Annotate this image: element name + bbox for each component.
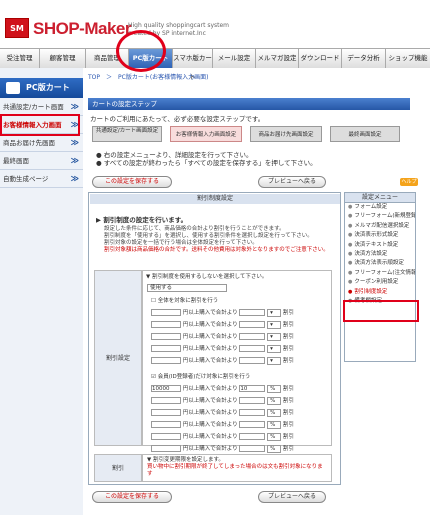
step-4[interactable]: 最終画面設定 [330,126,400,142]
sidebar-item-delivery[interactable]: 商品お届け先画面 ≫ [0,134,83,152]
menu-item-free-form-new[interactable]: フリーフォーム(新規登録) [345,212,415,221]
top-nav: 受注管理 顧客管理 商品管理 PC版カート スマホ版カート メール設定 メルマガ… [0,48,430,81]
nav-analytics[interactable]: データ分析 [342,49,386,68]
menu-item-payment-text[interactable]: 決済テキスト設定 [345,241,415,250]
member-row[interactable]: 10000 円以上購入で合計より 10 % 割引 [151,384,294,393]
menu-item-discount[interactable]: 割引制度設定 [345,288,415,297]
step-1[interactable]: 共通設定/カート画面設定 [92,126,162,142]
note-2: ● すべての設定が終わったら「すべての設定を保存する」を押して下さい。 [96,159,317,167]
all-check-row[interactable]: ☐ 全体を対象に割引を行う [151,296,218,304]
highlight-circle [116,30,166,72]
breadcrumb[interactable]: TOP ＞ PC版カート(お客様情報入力画面) [88,72,209,81]
menu-item-payment-method[interactable]: 決済方法設定 [345,250,415,259]
intro-text: カートのご利用にあたって、必ず必要な設定ステップです。 [90,115,265,123]
menu-item-free-form-order[interactable]: フリーフォーム(注文情報) [345,269,415,278]
discount-setting-label: 割引設定 [94,270,142,446]
save-button-bottom[interactable]: この設定を保存する [92,491,172,503]
preview-button-top[interactable]: プレビューへ戻る [258,176,326,188]
menu-item-coupon[interactable]: クーポン利用設定 [345,278,415,287]
nav-customers[interactable]: 顧客管理 [40,49,86,68]
menu-item-payment-order[interactable]: 決済方法表示順設定 [345,259,415,268]
nav-download[interactable]: ダウンロード [299,49,342,68]
highlight-box-menu [343,300,419,322]
header: SM SHOP-Maker High quality shoppingcart … [0,0,430,48]
member-row[interactable]: 円以上購入で合計より % 割引 [151,432,294,441]
nav-mail[interactable]: メール設定 [213,49,256,68]
sidebar-item-autogen[interactable]: 自動生成ページ ≫ [0,170,83,188]
use-select[interactable]: 使用する [147,284,227,292]
description: 設定した条件に応じて、商品価格の合計より割引を行うことができます。 割引制度を「使… [104,226,336,254]
settings-menu: 設定メニュー フォーム設定 フリーフォーム(新規登録) メルマガ配信選択設定 決… [344,192,416,362]
lower-note: ▼ 割引変更期限を設定します。 買い物中に割引期限が終了してしまった場合のは文も… [142,454,332,482]
save-button-top[interactable]: この設定を保存する [92,176,172,188]
member-row[interactable]: 円以上購入で合計より % 割引 [151,444,294,453]
chevron-right-icon: ≫ [70,156,79,165]
lower-label: 割引 [94,454,142,482]
chevron-right-icon: ≫ [70,174,79,183]
step-3[interactable]: 商品お届け先画面設定 [250,126,322,142]
logo-text: SHOP-Maker [33,19,131,38]
sidebar-title: PC版カート [0,78,83,98]
highlight-box-sidebar [0,114,80,136]
help-icon[interactable]: ヘルプ [400,178,418,186]
logo-icon: SM [5,18,29,38]
member-row[interactable]: 円以上購入で合計より % 割引 [151,408,294,417]
menu-title: 設定メニュー [345,193,415,203]
menu-item-form[interactable]: フォーム設定 [345,203,415,212]
note-1: ● 右の設定メニューより、詳細設定を行って下さい。 [96,151,253,159]
member-row[interactable]: 円以上購入で合計より % 割引 [151,396,294,405]
nav-smartphone-cart[interactable]: スマホ版カート [173,49,213,81]
form-title: 割引制度設定 [90,194,340,204]
cart-icon [6,82,20,94]
member-check-row[interactable]: ☑ 会員(ID登録者)だけ対象に割引を行う [151,372,250,380]
use-note: ▼ 割引制度を使用するしないを選択して下さい。 [146,274,268,280]
preview-button-bottom[interactable]: プレビューへ戻る [258,491,326,503]
nav-shop-functions[interactable]: ショップ機能 [386,49,430,68]
panel-title: カートの設定ステップ [88,98,410,110]
section-title: ▶ 割引制度の設定を行います。 [96,216,188,224]
nav-orders[interactable]: 受注管理 [0,49,40,68]
notes: ● 右の設定メニューより、詳細設定を行って下さい。 ● すべての設定が終わったら… [96,151,317,167]
nav-mailmag[interactable]: メルマガ設定 [256,49,299,68]
menu-item-payment-display[interactable]: 決済表示形式設定 [345,231,415,240]
menu-item-mailmag[interactable]: メルマガ配信選択設定 [345,222,415,231]
sidebar-item-final[interactable]: 最終画面 ≫ [0,152,83,170]
step-2[interactable]: お客様情報入力画面設定 [170,126,242,142]
warning-text: 割引対象額は商品価格の合計です。送料その他費用は対象外となりますのでご注意下さい… [104,247,329,253]
chevron-right-icon: ≫ [70,138,79,147]
member-row[interactable]: 円以上購入で合計より % 割引 [151,420,294,429]
